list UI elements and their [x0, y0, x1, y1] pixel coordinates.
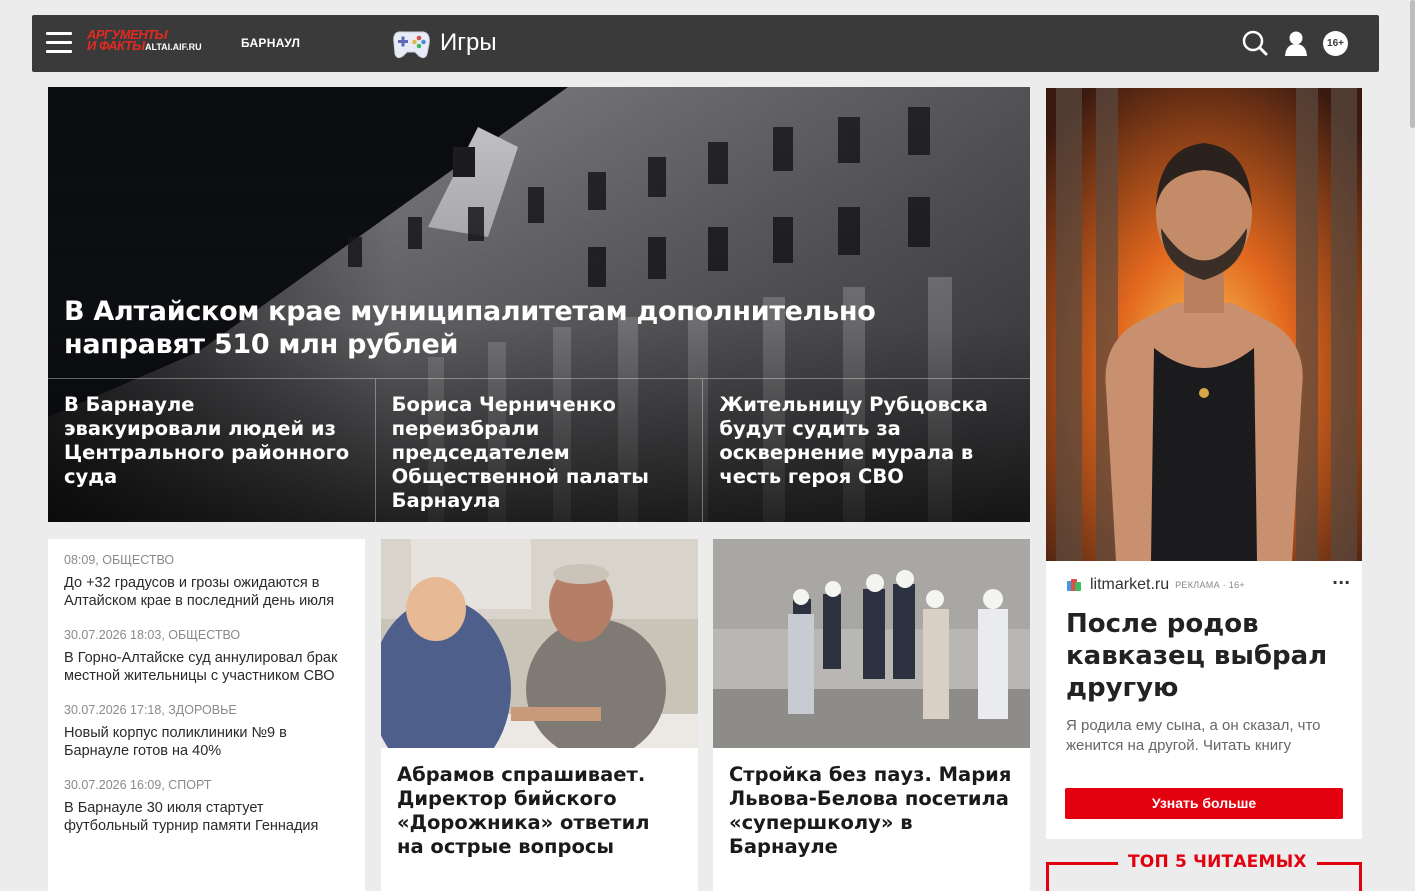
- feed-item-title[interactable]: В Барнауле 30 июля стартует футбольный т…: [64, 799, 349, 835]
- hero-subnews-item[interactable]: В Барнауле эвакуировали людей из Централ…: [48, 379, 375, 522]
- feed-item-title[interactable]: Новый корпус поликлиники №9 в Барнауле г…: [64, 724, 349, 760]
- logo-line-2: И ФАКТЫ: [87, 38, 145, 53]
- hero-subnews-item[interactable]: Бориса Черниченко переизбрали председате…: [374, 379, 703, 522]
- news-card-image: [381, 539, 698, 748]
- news-card[interactable]: Абрамов спрашивает. Директор бийского «Д…: [381, 539, 698, 891]
- site-logo[interactable]: АРГУМЕНТЫ И ФАКТЫ ALTAI.AIF.RU: [87, 27, 212, 59]
- menu-icon[interactable]: [46, 32, 72, 54]
- page-scrollbar[interactable]: [1410, 0, 1415, 128]
- hero-subnews-item[interactable]: Жительницу Рубцовска будут судить за оск…: [702, 379, 1030, 522]
- feed-item[interactable]: 30.07.2026 17:18, ЗДОРОВЬЕ Новый корпус …: [64, 703, 349, 760]
- news-card[interactable]: Стройка без пауз. Мария Львова-Белова по…: [713, 539, 1030, 891]
- city-selector[interactable]: БАРНАУЛ: [241, 36, 300, 50]
- logo-domain: ALTAI.AIF.RU: [145, 42, 202, 52]
- top5-title: ТОП 5 ЧИТАЕМЫХ: [1118, 851, 1317, 873]
- ad-cta-button[interactable]: Узнать больше: [1065, 788, 1343, 819]
- feed-item-meta: 30.07.2026 17:18, ЗДОРОВЬЕ: [64, 703, 237, 717]
- feed-item-meta: 30.07.2026 18:03, ОБЩЕСТВО: [64, 628, 241, 642]
- feed-item-title[interactable]: До +32 градусов и грозы ожидаются в Алта…: [64, 574, 349, 610]
- news-feed: 08:09, ОБЩЕСТВО До +32 градусов и грозы …: [48, 539, 365, 891]
- news-card-title[interactable]: Абрамов спрашивает. Директор бийского «Д…: [381, 748, 698, 874]
- ad-title[interactable]: После родов кавказец выбрал другую: [1066, 608, 1346, 704]
- feed-item-title[interactable]: В Горно-Алтайске суд аннулировал брак ме…: [64, 649, 349, 685]
- feed-item-meta: 08:09, ОБЩЕСТВО: [64, 553, 175, 567]
- news-card-image: [713, 539, 1030, 748]
- ad-image: [1046, 88, 1362, 561]
- gamepad-icon: [393, 31, 430, 59]
- ad-description[interactable]: Я родила ему сына, а он сказал, что жени…: [1066, 716, 1351, 756]
- advertisement[interactable]: litmarket.ru РЕКЛАМА · 16+ ··· После род…: [1046, 88, 1362, 839]
- top-navbar: АРГУМЕНТЫ И ФАКТЫ ALTAI.AIF.RU БАРНАУЛ И…: [32, 15, 1379, 72]
- ad-label: РЕКЛАМА · 16+: [1175, 580, 1245, 590]
- ad-domain[interactable]: litmarket.ru: [1090, 576, 1169, 594]
- news-card-title[interactable]: Стройка без пауз. Мария Львова-Белова по…: [713, 748, 1030, 874]
- games-label: Игры: [440, 29, 497, 56]
- feed-item-meta: 30.07.2026 16:09, СПОРТ: [64, 778, 212, 792]
- hero-subnews-row: В Барнауле эвакуировали людей из Централ…: [48, 378, 1030, 522]
- user-icon[interactable]: [1282, 29, 1310, 57]
- feed-item[interactable]: 30.07.2026 18:03, ОБЩЕСТВО В Горно-Алтай…: [64, 628, 349, 685]
- search-icon[interactable]: [1241, 29, 1269, 57]
- ad-menu-icon[interactable]: ···: [1332, 575, 1350, 591]
- feed-item[interactable]: 08:09, ОБЩЕСТВО До +32 градусов и грозы …: [64, 553, 349, 610]
- age-rating-badge: 16+: [1323, 31, 1348, 56]
- feed-item[interactable]: 30.07.2026 16:09, СПОРТ В Барнауле 30 ию…: [64, 778, 349, 835]
- hero-news-block: В Алтайском крае муниципалитетам дополни…: [48, 87, 1030, 522]
- litmarket-logo-icon: [1067, 579, 1081, 591]
- games-link[interactable]: Игры: [386, 23, 497, 63]
- ad-source: litmarket.ru РЕКЛАМА · 16+: [1066, 576, 1245, 594]
- hero-headline[interactable]: В Алтайском крае муниципалитетам дополни…: [64, 295, 964, 361]
